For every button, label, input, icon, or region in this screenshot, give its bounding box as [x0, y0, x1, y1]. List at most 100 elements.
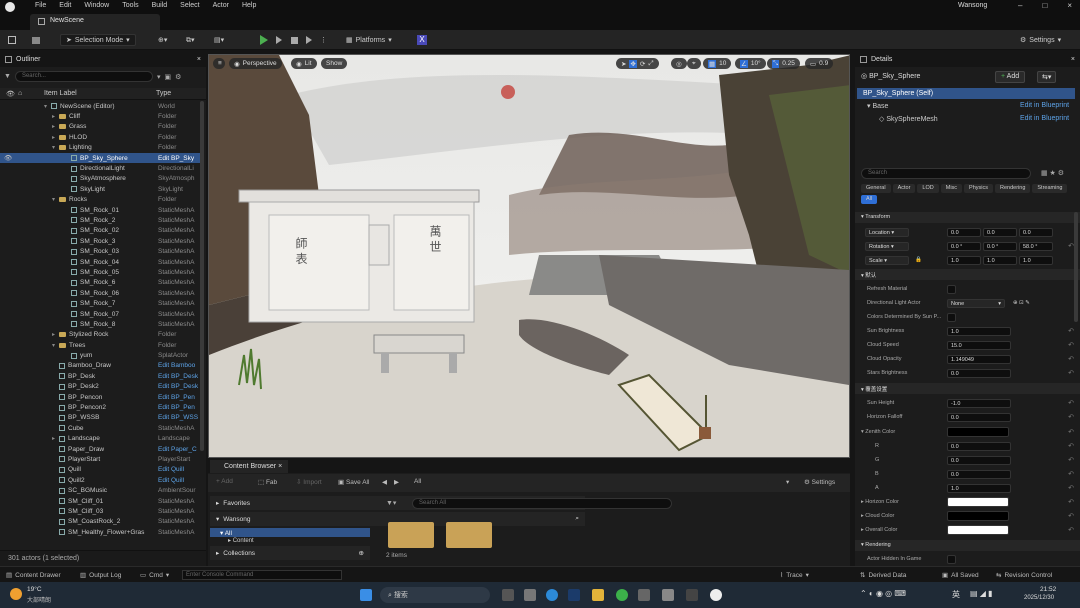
scale-dropdown[interactable]: Scale ▾	[865, 255, 909, 265]
lock-icon[interactable]: 🔒	[915, 257, 922, 263]
wechat-icon[interactable]	[616, 589, 628, 601]
outliner-row-type[interactable]: Edit Bamboo	[158, 362, 200, 369]
play-button[interactable]	[260, 34, 268, 46]
rotation-snap-button[interactable]: ∠ 10°	[735, 58, 766, 69]
play-options-icon[interactable]: ⋮	[320, 34, 327, 46]
filter-tab-misc[interactable]: Misc	[940, 184, 963, 193]
outliner-row[interactable]: BP_Pencon2 Edit BP_Pen	[0, 402, 200, 412]
cmd-button[interactable]: ▭ Cmd ▾	[140, 571, 169, 580]
horizon-color-swatch[interactable]	[947, 497, 1009, 507]
category-override[interactable]: ▾ 覆盖设置	[855, 383, 1080, 394]
input-language[interactable]: 英	[952, 589, 960, 600]
edit-blueprint-link[interactable]: Edit in Blueprint	[1020, 115, 1069, 122]
outliner-row[interactable]: ▸ Landscape Landscape	[0, 434, 200, 444]
show-button[interactable]: Show	[321, 58, 348, 69]
filter-icon[interactable]: ▼	[4, 73, 11, 80]
outliner-row-type[interactable]: Edit Quill	[158, 466, 200, 473]
tab-newscene[interactable]: NewScene	[30, 14, 160, 30]
history-back-icon[interactable]: ◀	[382, 478, 387, 486]
outliner-row[interactable]: Quill2 Edit Quill	[0, 475, 200, 485]
outliner-row[interactable]: SM_CoastRock_2 StaticMeshA	[0, 517, 200, 527]
cloud-color-swatch[interactable]	[947, 511, 1009, 521]
outliner-row[interactable]: ▾ NewScene (Editor) World	[0, 101, 200, 111]
fab-button[interactable]: ⬚ Fab	[258, 478, 277, 486]
path-all[interactable]: All	[414, 478, 421, 485]
perspective-button[interactable]: ◉ Perspective	[229, 58, 282, 69]
outliner-row[interactable]: SM_Cliff_03 StaticMeshA	[0, 506, 200, 516]
property-matrix-icon[interactable]: ▦ ★ ⚙	[1041, 169, 1064, 177]
cloud-opacity-field[interactable]: 1.149049	[947, 354, 1011, 364]
app-icon[interactable]	[638, 589, 650, 601]
menu-tools[interactable]: Tools	[122, 2, 138, 9]
edge-icon[interactable]	[546, 589, 558, 601]
minimize-icon[interactable]: –	[1018, 1, 1022, 10]
outliner-row[interactable]: ▸ Grass Folder	[0, 122, 200, 132]
outliner-row[interactable]: ▸ Cliff Folder	[0, 111, 200, 121]
visibility-icon[interactable]: 👁	[6, 90, 15, 98]
scale-y[interactable]: 1.0	[983, 255, 1017, 265]
category-rendering[interactable]: ▾ Rendering	[855, 540, 1080, 551]
expand-arrow-icon[interactable]: ▸	[52, 134, 59, 141]
rotation-x[interactable]: 0.0 °	[947, 241, 981, 251]
stars-brightness-field[interactable]: 0.0	[947, 368, 1011, 378]
reset-icon[interactable]: ↶	[1068, 456, 1074, 464]
reset-icon[interactable]: ↶	[1068, 399, 1074, 407]
outliner-row-type[interactable]: Edit BP_Desk	[158, 383, 200, 390]
tree-item-all[interactable]: ▾ All	[210, 528, 370, 537]
outliner-row[interactable]: SM_Rock_6 StaticMeshA	[0, 278, 200, 288]
app-icon[interactable]	[662, 589, 674, 601]
selection-mode-dropdown[interactable]: ➤ Selection Mode ▾	[60, 34, 136, 46]
trace-button[interactable]: ⌇ Trace ▾	[780, 571, 809, 580]
content-browser-tab[interactable]: Content Browser ×	[210, 460, 289, 473]
outliner-row[interactable]: BP_Desk2 Edit BP_Desk	[0, 382, 200, 392]
app-icon[interactable]	[686, 589, 698, 601]
outliner-row[interactable]: yum SplatActor	[0, 350, 200, 360]
task-view-icon[interactable]	[502, 589, 514, 601]
actor-hidden-checkbox[interactable]	[947, 554, 956, 564]
outliner-row[interactable]: SM_Rock_03 StaticMeshA	[0, 246, 200, 256]
outliner-row[interactable]: PlayerStart PlayerStart	[0, 454, 200, 464]
refresh-material-checkbox[interactable]	[947, 284, 956, 294]
close-icon[interactable]: ×	[1071, 56, 1075, 63]
unreal-engine-icon[interactable]	[710, 589, 722, 601]
all-saved-button[interactable]: ▣ All Saved	[942, 571, 979, 580]
menu-edit[interactable]: Edit	[59, 2, 71, 9]
menu-select[interactable]: Select	[180, 2, 199, 9]
scale-z[interactable]: 1.0	[1019, 255, 1053, 265]
eject-button[interactable]	[306, 34, 312, 46]
zenith-g-field[interactable]: 0.0	[947, 455, 1011, 465]
close-icon[interactable]: ×	[1067, 1, 1072, 10]
outliner-row[interactable]: SM_Rock_8 StaticMeshA	[0, 319, 200, 329]
zenith-color-swatch[interactable]	[947, 427, 1009, 437]
details-tab[interactable]: Details ×	[855, 52, 1080, 67]
settings-button[interactable]: ⚙ Settings ▾	[1020, 34, 1061, 46]
sun-brightness-field[interactable]: 1.0	[947, 326, 1011, 336]
rotation-dropdown[interactable]: Rotation ▾	[865, 241, 909, 251]
blueprint-options-icon[interactable]: ⇆▾	[1037, 71, 1057, 83]
filter-tab-streaming[interactable]: Streaming	[1032, 184, 1068, 193]
add-button[interactable]: + Add	[216, 478, 233, 485]
scale-snap-button[interactable]: ⤡ 0.25	[767, 58, 800, 69]
filter-tab-actor[interactable]: Actor	[892, 184, 916, 193]
file-explorer-icon[interactable]	[592, 589, 604, 601]
collections-section[interactable]: ▸ Collections ⊕	[210, 546, 370, 560]
filter-tab-rendering[interactable]: Rendering	[995, 184, 1031, 193]
viewport-menu-icon[interactable]: ≡	[213, 58, 225, 69]
outliner-row[interactable]: SM_Rock_07 StaticMeshA	[0, 309, 200, 319]
component-base[interactable]: ▾ Base	[867, 102, 888, 110]
platforms-dropdown[interactable]: ▦ Platforms ▾	[346, 34, 392, 46]
reset-icon[interactable]: ↶	[1068, 498, 1074, 506]
scale-x[interactable]: 1.0	[947, 255, 981, 265]
reset-icon[interactable]: ↶	[1068, 526, 1074, 534]
outliner-row[interactable]: Paper_Draw Edit Paper_C	[0, 444, 200, 454]
taskbar-search[interactable]: ⌕ 搜索	[380, 587, 490, 603]
maximize-icon[interactable]: □	[1042, 1, 1047, 10]
filter-icon[interactable]: ▼▾	[386, 499, 396, 507]
add-folder-icon[interactable]: ▣	[164, 73, 171, 81]
outliner-row[interactable]: ▸ Stylized Rock Folder	[0, 330, 200, 340]
outliner-row[interactable]: ▾ Rocks Folder	[0, 195, 200, 205]
filter-tab-general[interactable]: General	[861, 184, 891, 193]
sun-height-field[interactable]: -1.0	[947, 398, 1011, 408]
rotation-z[interactable]: 58.0 °	[1019, 241, 1053, 251]
lock-icon[interactable]: ⌂	[18, 90, 22, 97]
